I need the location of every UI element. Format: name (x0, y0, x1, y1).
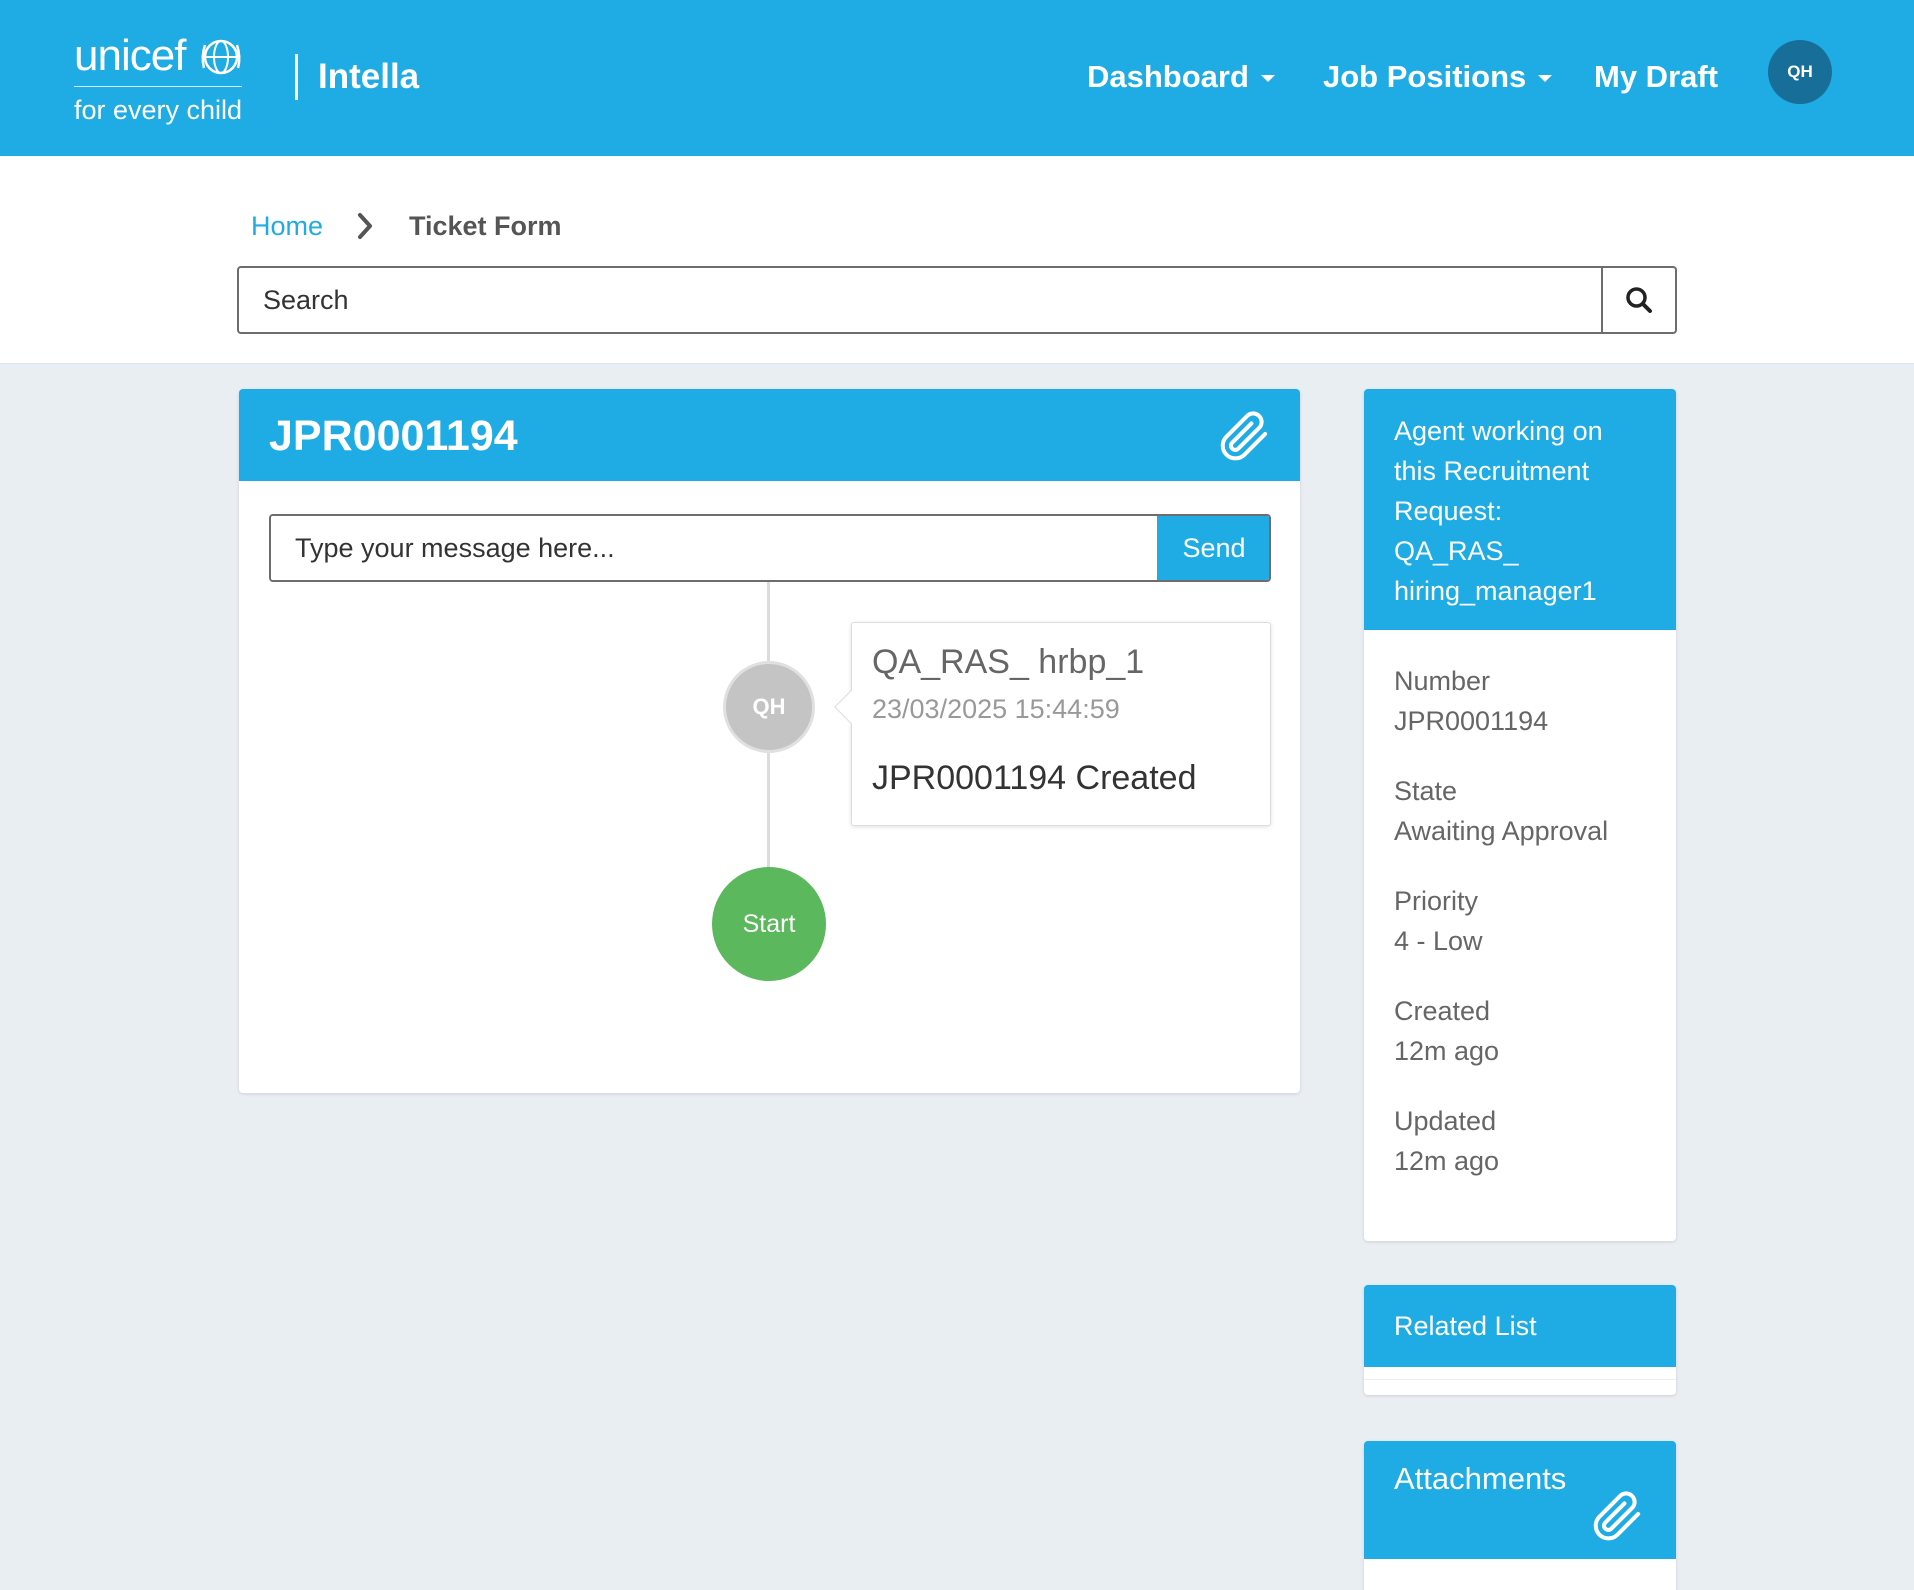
message-composer: Send (269, 514, 1271, 582)
agent-line: Request: (1394, 496, 1503, 526)
top-navbar: unicef for every child Intella Dashboard… (0, 0, 1914, 156)
related-list-card: Related List (1364, 1285, 1676, 1395)
field-label: State (1394, 776, 1458, 806)
field-value: 12m ago (1394, 1146, 1500, 1176)
agent-line: this Recruitment (1394, 456, 1590, 486)
search-input[interactable] (239, 268, 1599, 332)
unicef-logo[interactable]: unicef for every child (74, 30, 244, 130)
message-input[interactable] (271, 516, 1157, 580)
brand-divider (295, 54, 298, 100)
field-priority: Priority 4 - Low (1394, 881, 1483, 961)
search-button[interactable] (1601, 268, 1675, 332)
breadcrumb-home-link[interactable]: Home (251, 208, 323, 244)
app-name[interactable]: Intella (318, 54, 419, 100)
entry-pointer (834, 690, 868, 724)
field-updated: Updated 12m ago (1394, 1101, 1499, 1181)
ticket-card-header: JPR0001194 (239, 389, 1300, 481)
logo-tagline: for every child (74, 95, 243, 125)
field-label: Priority (1394, 886, 1479, 916)
activity-avatar: QH (723, 661, 815, 753)
globe-icon (201, 39, 241, 75)
activity-entry: QA_RAS_ hrbp_1 23/03/2025 15:44:59 JPR00… (834, 622, 1271, 826)
field-value: 12m ago (1394, 1036, 1500, 1066)
field-value: JPR0001194 (1394, 706, 1549, 736)
field-label: Updated (1394, 1106, 1497, 1136)
activity-timestamp: 23/03/2025 15:44:59 (872, 694, 1120, 724)
user-avatar[interactable]: QH (1768, 40, 1832, 104)
activity-message: JPR0001194 Created (872, 759, 1197, 797)
nav-dashboard[interactable]: Dashboard (1087, 54, 1275, 100)
timeline-start-node: Start (712, 867, 826, 981)
field-label: Number (1394, 666, 1491, 696)
agent-header: Agent working on this Recruitment Reques… (1364, 389, 1676, 630)
attachments-card: Attachments (1364, 1441, 1676, 1590)
agent-line: hiring_manager1 (1394, 576, 1597, 606)
ticket-card: JPR0001194 Send QH QA_RAS_ hrbp_1 23/03/… (239, 389, 1300, 1093)
field-label: Created (1394, 996, 1491, 1026)
nav-job-positions-label: Job Positions (1323, 59, 1527, 94)
nav-my-draft[interactable]: My Draft (1594, 54, 1718, 100)
field-value: 4 - Low (1394, 926, 1483, 956)
nav-job-positions[interactable]: Job Positions (1323, 54, 1553, 100)
agent-line: QA_RAS_ (1394, 536, 1519, 566)
nav-dashboard-label: Dashboard (1087, 59, 1249, 94)
activity-user: QA_RAS_ hrbp_1 (872, 643, 1145, 681)
ticket-info-card: Agent working on this Recruitment Reques… (1364, 389, 1676, 1241)
chevron-right-icon (358, 213, 372, 239)
ticket-number: JPR0001194 (269, 412, 518, 460)
field-number: Number JPR0001194 (1394, 661, 1548, 741)
breadcrumb-current: Ticket Form (409, 211, 562, 241)
divider (1364, 1379, 1676, 1380)
caret-down-icon (1538, 75, 1553, 83)
search-bar (237, 266, 1677, 334)
logo-wordmark: unicef (74, 31, 186, 80)
field-value: Awaiting Approval (1394, 816, 1609, 846)
search-icon (1626, 287, 1652, 313)
field-state: State Awaiting Approval (1394, 771, 1608, 851)
paperclip-icon[interactable] (1590, 1489, 1644, 1543)
paperclip-icon[interactable] (1217, 409, 1271, 463)
agent-line: Agent working on (1394, 416, 1603, 446)
send-button[interactable]: Send (1157, 516, 1269, 580)
attachments-header: Attachments (1364, 1441, 1676, 1559)
related-list-title[interactable]: Related List (1364, 1285, 1676, 1367)
logo-divider (74, 86, 242, 87)
field-created: Created 12m ago (1394, 991, 1499, 1071)
nav-my-draft-label: My Draft (1594, 59, 1719, 94)
attachments-title: Attachments (1394, 1461, 1567, 1496)
caret-down-icon (1260, 75, 1275, 83)
